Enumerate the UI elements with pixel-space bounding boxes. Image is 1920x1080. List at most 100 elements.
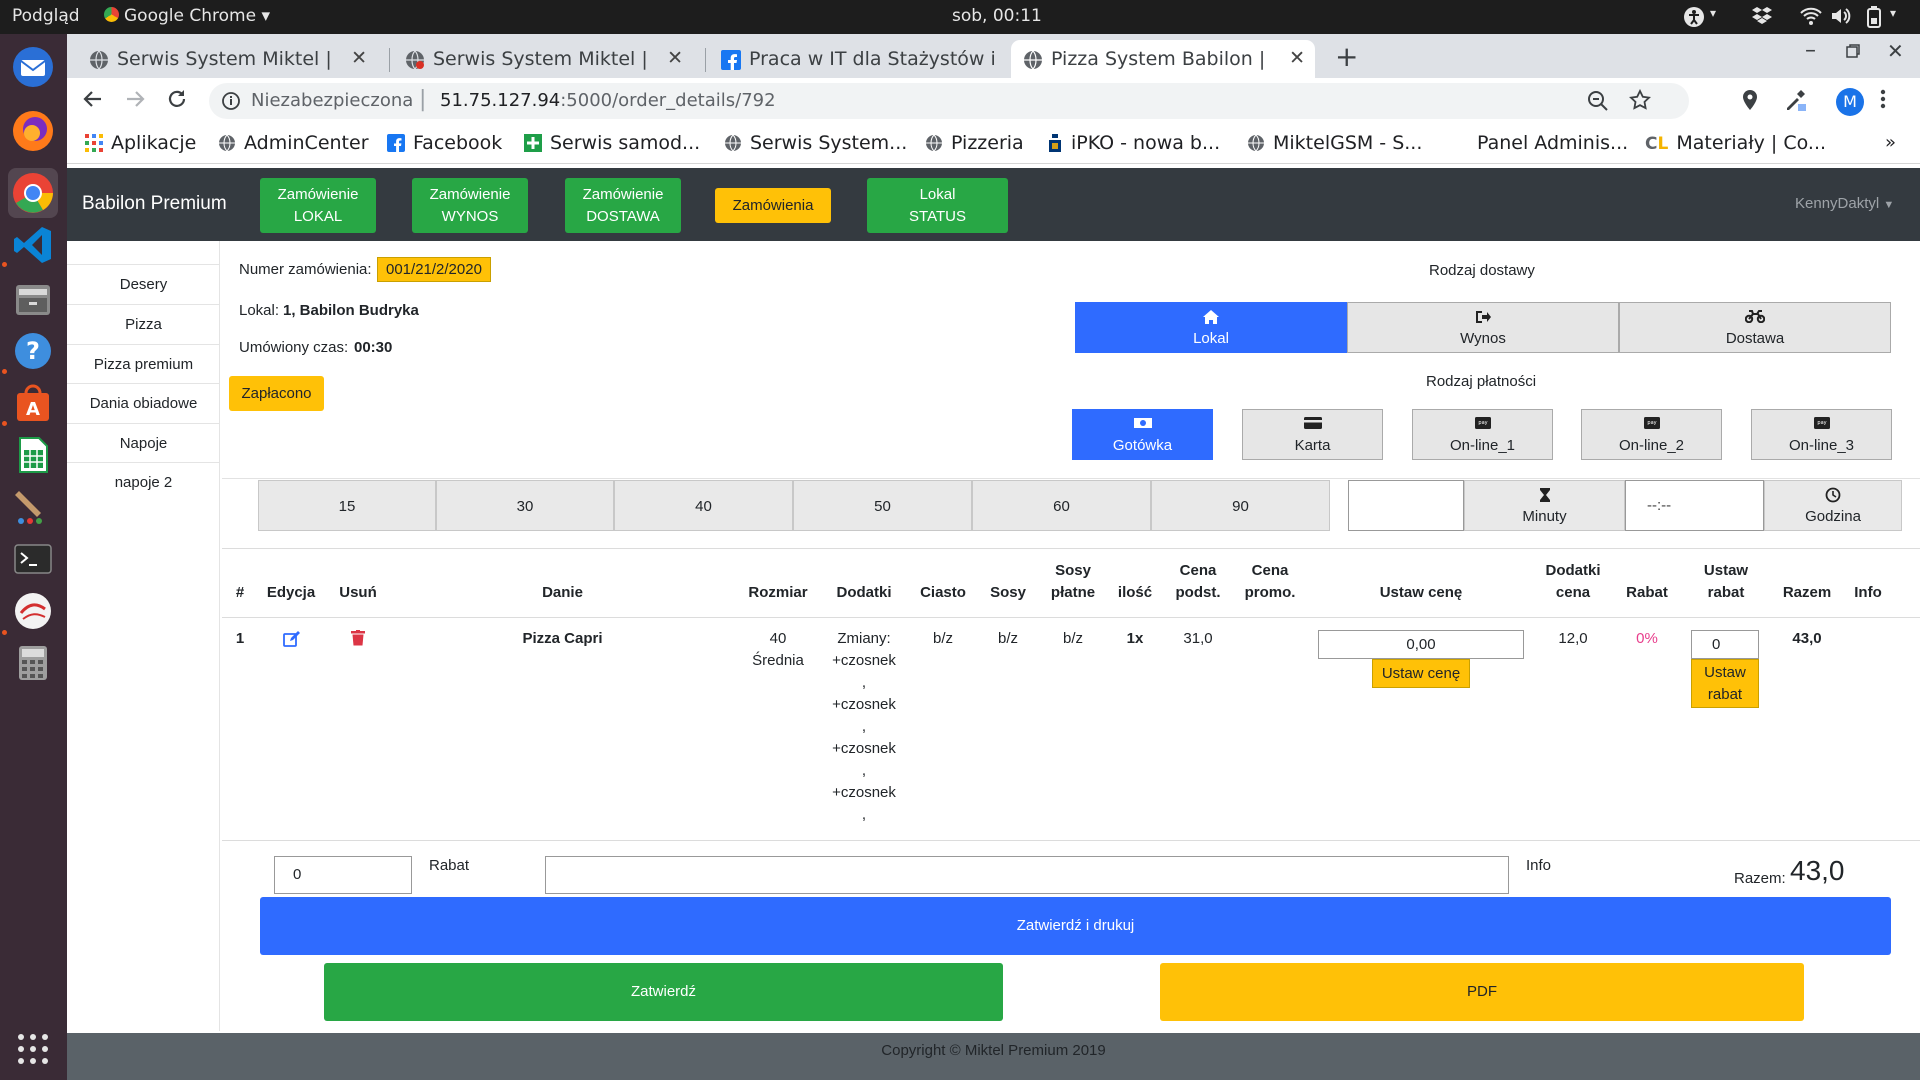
order-info-input[interactable] (545, 856, 1509, 894)
orders-button[interactable]: Zamówienia (715, 188, 831, 223)
tab-serwis-2[interactable]: Serwis System Miktel | ✕ (393, 40, 693, 78)
thunderbird-icon[interactable] (8, 42, 58, 92)
brand-title[interactable]: Babilon Premium (82, 193, 227, 215)
sidebar-item-pizza-premium[interactable]: Pizza premium (67, 344, 220, 384)
delivery-dostawa-button[interactable]: Dostawa (1619, 302, 1891, 353)
app-menu[interactable]: Google Chrome ▾ (104, 6, 270, 26)
confirm-print-button[interactable]: Zatwierdź i drukuj (260, 897, 1891, 955)
payment-online-3-button[interactable]: pay On-line_3 (1751, 409, 1892, 460)
set-price-input[interactable]: 0,00 (1318, 630, 1524, 659)
paid-button[interactable]: Zapłacono (229, 376, 324, 411)
system-menu-chevron-icon[interactable]: ▾ (1890, 6, 1896, 20)
sidebar-item-napoje-2[interactable]: napoje 2 (67, 462, 220, 502)
minutes-input[interactable] (1348, 480, 1464, 531)
restore-button[interactable] (1846, 44, 1860, 58)
sidebar-item-desery[interactable]: Desery (67, 264, 220, 304)
minutes-button[interactable]: Minuty (1464, 480, 1625, 531)
bookmark-admincenter[interactable]: AdminCenter (218, 132, 369, 154)
bookmark-panel-admin[interactable]: Panel Adminis... (1477, 132, 1628, 154)
vscode-icon[interactable] (8, 220, 58, 270)
bookmark-serwis-system[interactable]: Serwis System... (724, 132, 907, 154)
sidebar-item-napoje[interactable]: Napoje (67, 423, 220, 463)
address-bar[interactable]: Niezabezpieczona | 51.75.127.94:5000/ord… (209, 83, 1689, 119)
tab-close-icon[interactable]: ✕ (351, 47, 367, 69)
lokal-status-button[interactable]: Lokal STATUS (867, 178, 1008, 233)
pdf-button[interactable]: PDF (1160, 963, 1804, 1021)
wifi-icon[interactable] (1800, 6, 1822, 26)
clock[interactable]: sob, 00:11 (952, 6, 1042, 26)
chrome-icon[interactable] (8, 168, 58, 218)
zoom-icon[interactable] (1587, 90, 1609, 112)
help-icon[interactable]: ? (8, 326, 58, 376)
profile-avatar[interactable]: M (1836, 88, 1864, 116)
spreadsheet-icon[interactable] (8, 430, 58, 480)
order-dostawa-button[interactable]: Zamówienie DOSTAWA (565, 178, 681, 233)
bookmark-miktelgsm[interactable]: MiktelGSM - S... (1247, 132, 1422, 154)
order-discount-input[interactable]: 0 (274, 856, 412, 894)
pdf-reader-icon[interactable] (8, 586, 58, 636)
files-icon[interactable] (8, 274, 58, 324)
payment-online-2-button[interactable]: pay On-line_2 (1581, 409, 1722, 460)
bookmark-ipko[interactable]: iPKO - nowa b... (1047, 132, 1220, 154)
sidebar-item-dania-obiadowe[interactable]: Dania obiadowe (67, 383, 220, 423)
time-preset-15[interactable]: 15 (258, 480, 436, 531)
confirm-button[interactable]: Zatwierdź (324, 963, 1003, 1021)
info-icon[interactable] (221, 91, 241, 111)
battery-icon[interactable] (1866, 6, 1882, 28)
tab-praca-it[interactable]: Praca w IT dla Stażystów i (709, 40, 1009, 78)
payment-online-1-button[interactable]: pay On-line_1 (1412, 409, 1553, 460)
bookmark-facebook[interactable]: Facebook (387, 132, 502, 154)
tab-pizza-babilon[interactable]: Pizza System Babilon | ✕ (1011, 40, 1315, 78)
paint-icon[interactable] (8, 482, 58, 532)
set-discount-button[interactable]: Ustaw rabat (1691, 659, 1759, 708)
minimize-button[interactable]: – (1805, 38, 1816, 63)
time-preset-30[interactable]: 30 (436, 480, 614, 531)
hour-button[interactable]: Godzina (1764, 480, 1902, 531)
accessibility-icon[interactable] (1683, 6, 1705, 28)
show-applications-icon[interactable] (8, 1024, 58, 1074)
volume-icon[interactable] (1830, 6, 1852, 26)
bookmark-label: iPKO - nowa b... (1071, 132, 1221, 154)
time-preset-60[interactable]: 60 (972, 480, 1151, 531)
payment-gotowka-button[interactable]: Gotówka (1072, 409, 1213, 460)
terminal-icon[interactable] (8, 534, 58, 584)
software-center-icon[interactable]: A (8, 378, 58, 428)
set-price-button[interactable]: Ustaw cenę (1372, 659, 1470, 688)
delivery-wynos-button[interactable]: Wynos (1347, 302, 1619, 353)
payment-karta-button[interactable]: Karta (1242, 409, 1383, 460)
chrome-menu-icon[interactable] (1880, 88, 1886, 110)
calculator-icon[interactable] (8, 638, 58, 688)
order-wynos-button[interactable]: Zamówienie WYNOS (412, 178, 528, 233)
sidebar-item-pizza[interactable]: Pizza (67, 304, 220, 344)
bookmark-pizzeria[interactable]: Pizzeria (925, 132, 1024, 154)
back-arrow-icon[interactable] (81, 87, 105, 111)
activities-button[interactable]: Podgląd (12, 6, 80, 26)
user-menu[interactable]: KennyDaktyl ▼ (1795, 195, 1894, 212)
time-preset-40[interactable]: 40 (614, 480, 793, 531)
bookmark-aplikacje[interactable]: Aplikacje (85, 132, 196, 154)
tab-close-icon[interactable]: ✕ (667, 47, 683, 69)
set-discount-input[interactable]: 0 (1691, 630, 1759, 659)
dropbox-icon[interactable] (1751, 6, 1773, 26)
location-pin-icon[interactable] (1742, 89, 1758, 111)
bookmarks-overflow-button[interactable]: » (1885, 132, 1896, 153)
close-window-button[interactable]: ✕ (1887, 39, 1904, 63)
header-line: podst. (1175, 584, 1221, 601)
bookmark-materialy[interactable]: CL Materiały | Co... (1645, 132, 1826, 154)
delivery-lokal-button[interactable]: Lokal (1075, 302, 1347, 353)
forward-arrow-icon[interactable] (123, 87, 147, 111)
firefox-icon[interactable] (8, 106, 58, 156)
tab-close-icon[interactable]: ✕ (1289, 47, 1305, 69)
bookmark-star-icon[interactable] (1629, 89, 1651, 111)
new-tab-button[interactable]: + (1335, 40, 1358, 73)
reload-icon[interactable] (165, 87, 189, 111)
time-preset-90[interactable]: 90 (1151, 480, 1330, 531)
order-lokal-button[interactable]: Zamówienie LOKAL (260, 178, 376, 233)
tab-serwis-1[interactable]: Serwis System Miktel | ✕ (77, 40, 377, 78)
time-input[interactable]: --:-- (1625, 480, 1764, 531)
time-preset-50[interactable]: 50 (793, 480, 972, 531)
trash-icon[interactable] (351, 630, 365, 646)
bookmark-serwis-samod[interactable]: Serwis samod... (524, 132, 700, 154)
extension-eyedropper-icon[interactable] (1783, 88, 1807, 112)
edit-icon[interactable] (283, 631, 301, 647)
